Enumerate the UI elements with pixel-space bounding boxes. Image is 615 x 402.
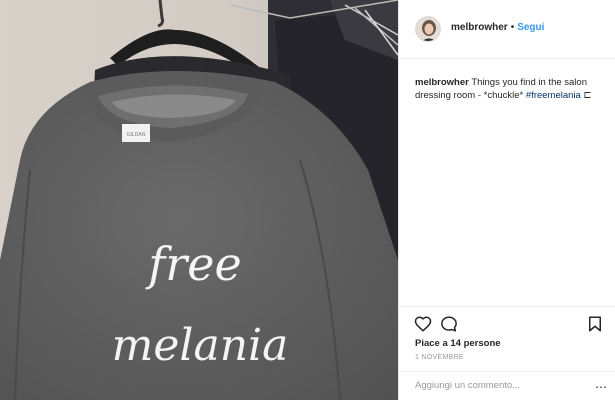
avatar-portrait-icon — [416, 17, 440, 41]
sweatshirt-on-hanger-image: GILDAN free melania — [0, 0, 398, 400]
comment-input[interactable] — [415, 380, 585, 391]
post-sidebar: melbrowher • Segui melbrowher Things you f… — [398, 0, 615, 400]
more-dots-icon[interactable]: ⋯ — [595, 381, 607, 393]
bookmark-icon[interactable] — [586, 315, 604, 333]
shirt-print-free: free — [145, 237, 241, 291]
shirt-print-melania: melania — [112, 320, 289, 371]
caption-trailing-glyph: ⊏ — [580, 90, 592, 101]
avatar[interactable] — [415, 16, 441, 42]
heart-outline-icon[interactable] — [414, 315, 432, 333]
post-actions: Piace a 14 persone 1 NOVEMBRE ⋯ — [399, 306, 615, 401]
post-caption: melbrowher Things you find in the salon … — [415, 76, 607, 102]
follow-button[interactable]: Segui — [517, 22, 544, 33]
caption-username[interactable]: melbrowher — [415, 77, 469, 88]
likes-count[interactable]: Piace a 14 persone — [415, 338, 501, 349]
post-photo[interactable]: GILDAN free melania — [0, 0, 398, 400]
caption-hashtag[interactable]: #freemelania — [526, 90, 581, 101]
post-date: 1 NOVEMBRE — [415, 354, 464, 361]
speech-bubble-icon[interactable] — [440, 315, 458, 333]
header-separator: • — [510, 22, 515, 33]
svg-text:GILDAN: GILDAN — [127, 132, 146, 138]
comment-row: ⋯ — [399, 371, 615, 402]
author-username[interactable]: melbrowher — [451, 22, 508, 33]
header-text: melbrowher • Segui — [451, 22, 544, 34]
post-header: melbrowher • Segui — [399, 0, 615, 59]
instagram-post: GILDAN free melania melbrowher • Segui m… — [0, 0, 615, 400]
